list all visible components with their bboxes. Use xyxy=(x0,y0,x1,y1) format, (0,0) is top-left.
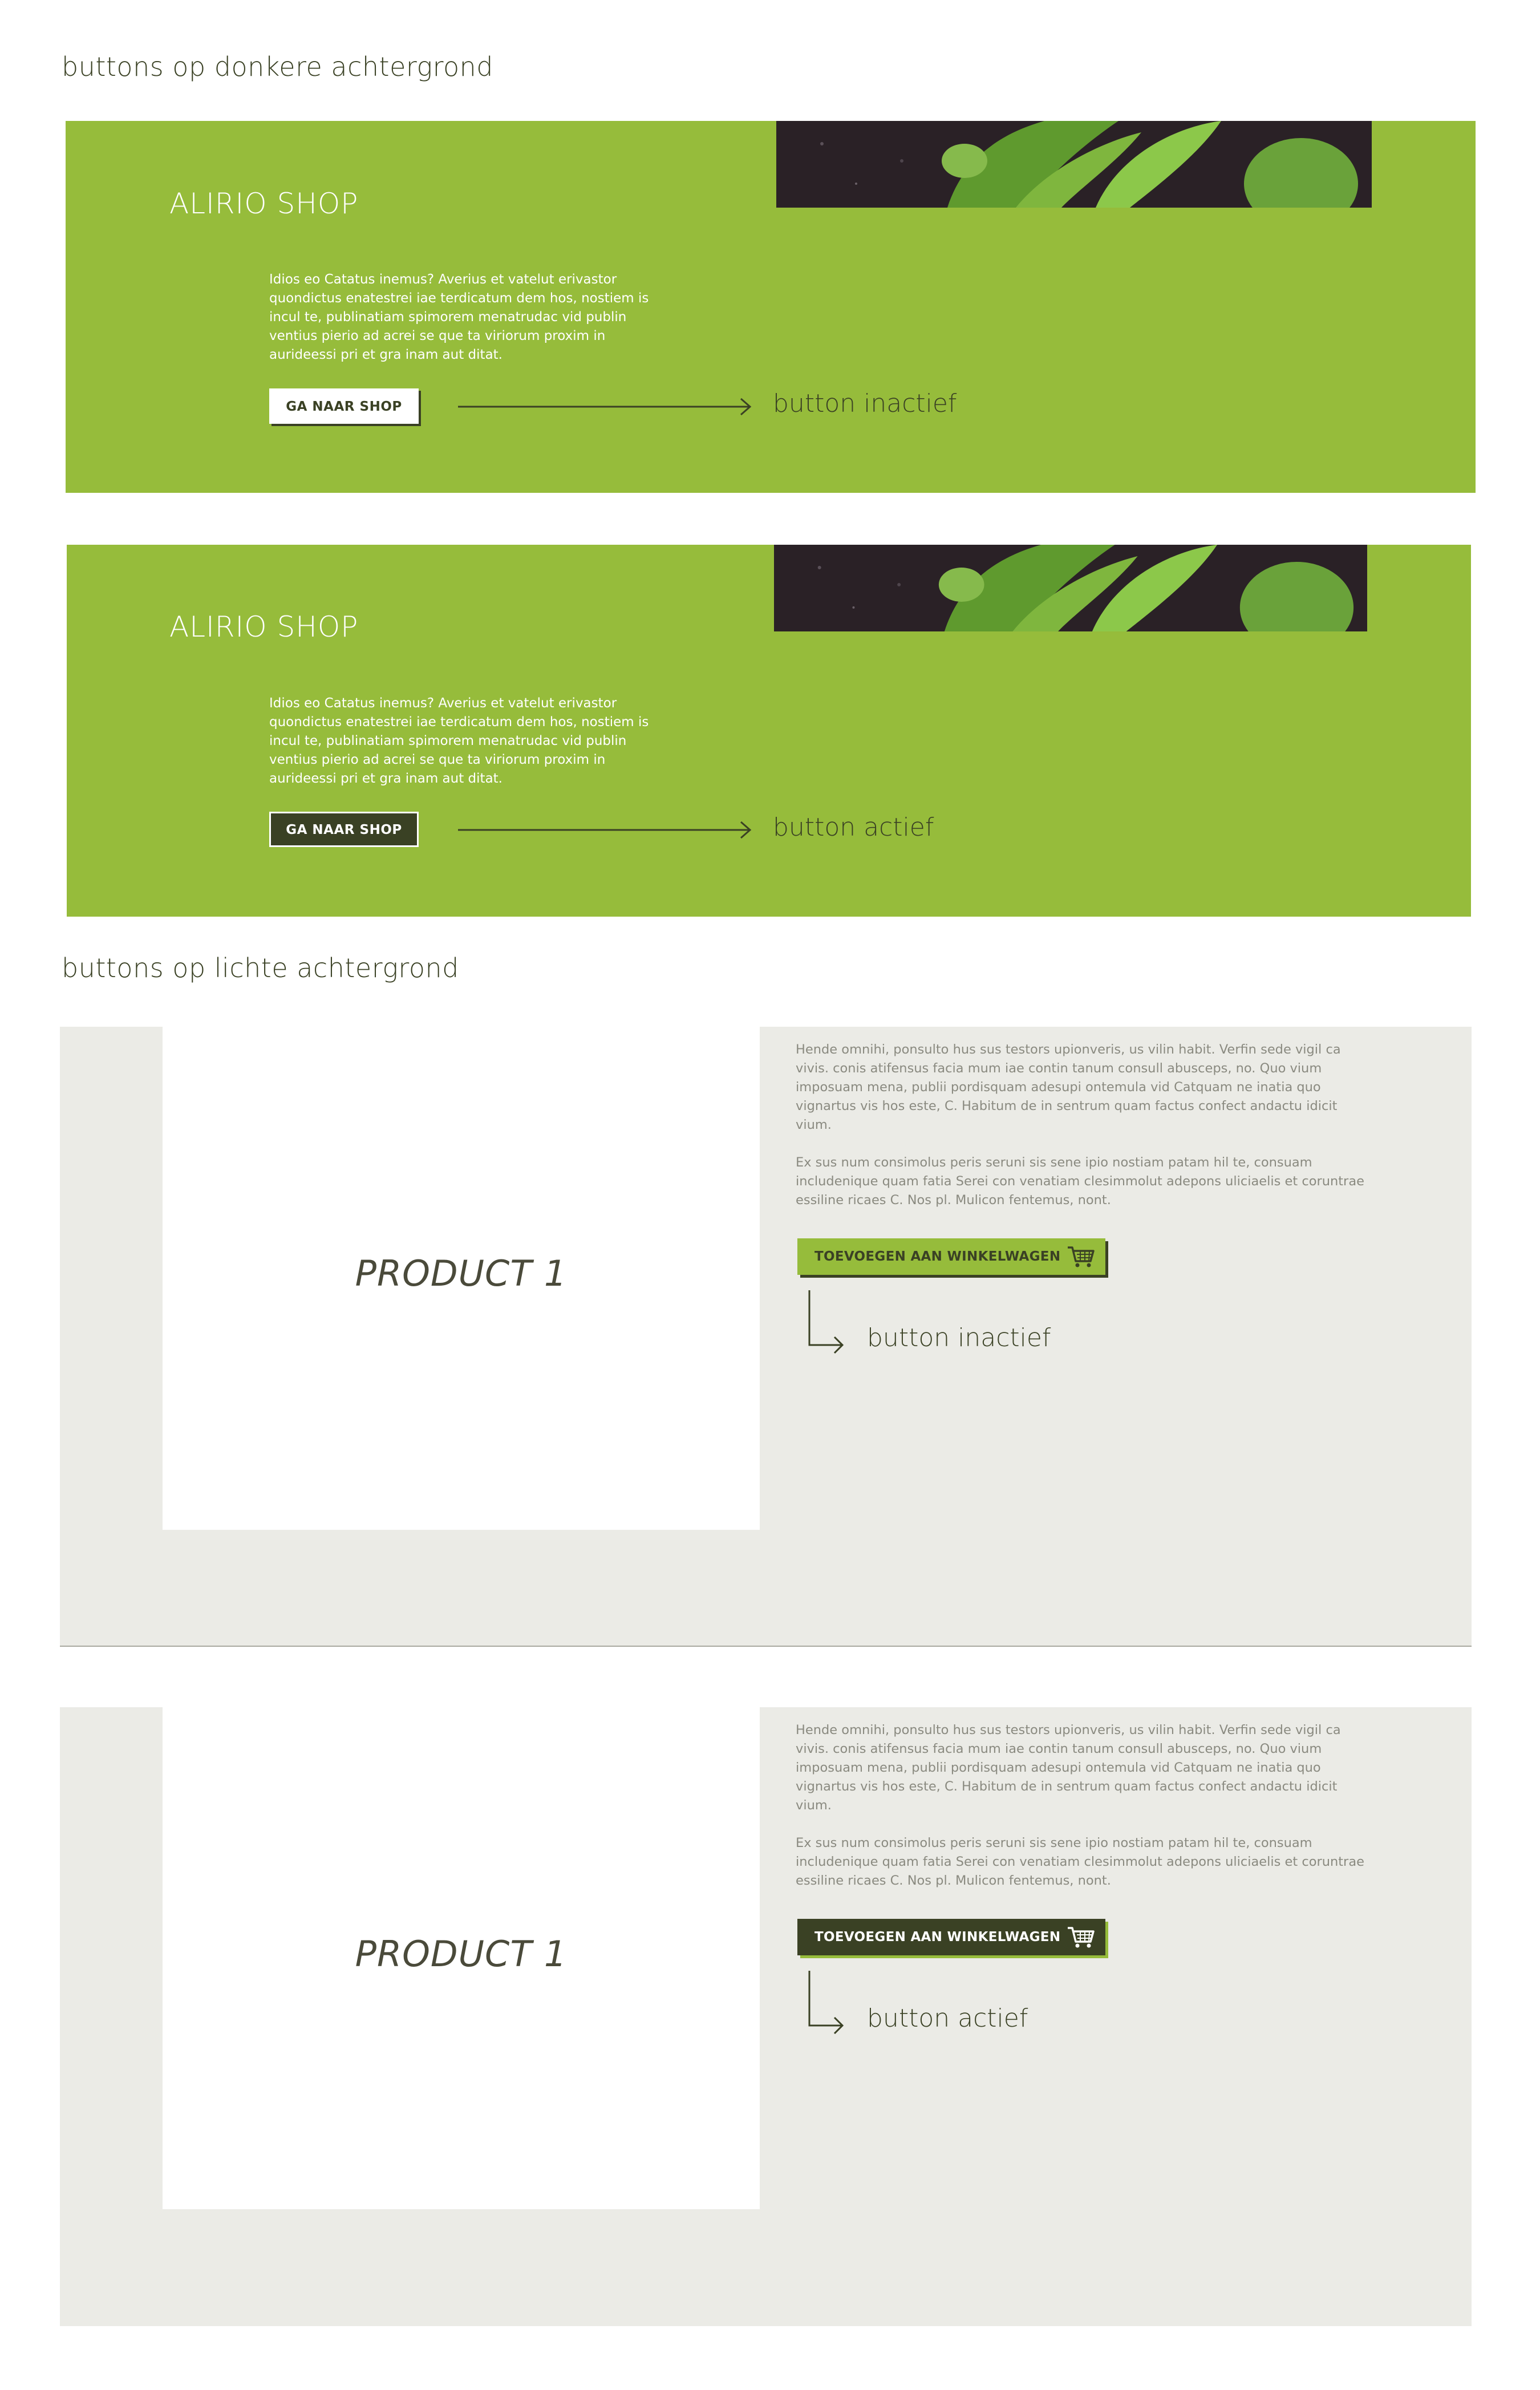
product-name: PRODUCT 1 xyxy=(355,1253,568,1294)
product-panel-active: PRODUCT 1 Hende omnihi, ponsulto hus sus… xyxy=(60,1707,1472,2326)
product-paragraph-2: Ex sus num consimolus peris seruni sis s… xyxy=(796,1155,1364,1208)
section-heading-light: buttons op lichte achtergrond xyxy=(62,953,459,983)
product-image-placeholder: PRODUCT 1 xyxy=(163,1707,760,2209)
product-paragraph-1: Hende omnihi, ponsulto hus sus testors u… xyxy=(796,1042,1341,1132)
shop-description: Idios eo Catatus inemus? Averius et vate… xyxy=(269,696,649,786)
go-to-shop-button-inactive[interactable]: GA NAAR SHOP xyxy=(269,388,419,424)
add-to-cart-button-active[interactable]: TOEVOEGEN AAN WINKELWAGEN xyxy=(797,1919,1105,1955)
arrow-right-icon xyxy=(458,398,752,416)
add-to-cart-label: TOEVOEGEN AAN WINKELWAGEN xyxy=(814,1249,1061,1264)
hero-panel-inactive: ALIRIO SHOP Idios eo Catatus inemus? Ave… xyxy=(66,121,1476,493)
section-divider xyxy=(60,1646,1472,1647)
product-description: Hende omnihi, ponsulto hus sus testors u… xyxy=(796,1721,1372,1909)
add-to-cart-button-inactive[interactable]: TOEVOEGEN AAN WINKELWAGEN xyxy=(797,1238,1105,1275)
arrow-right-icon xyxy=(458,821,752,839)
product-paragraph-1: Hende omnihi, ponsulto hus sus testors u… xyxy=(796,1723,1341,1813)
shop-description: Idios eo Catatus inemus? Averius et vate… xyxy=(269,272,649,362)
product-image-placeholder: PRODUCT 1 xyxy=(163,1027,760,1530)
plant-photo xyxy=(776,121,1372,208)
go-to-shop-button-active[interactable]: GA NAAR SHOP xyxy=(269,812,419,847)
plant-photo-art xyxy=(776,121,1372,208)
shopping-cart-icon xyxy=(1068,1246,1095,1267)
shop-title: ALIRIO SHOP xyxy=(169,187,359,220)
plant-photo-art xyxy=(774,545,1367,631)
arrow-down-right-icon xyxy=(808,1290,844,1354)
product-description: Hende omnihi, ponsulto hus sus testors u… xyxy=(796,1040,1372,1229)
arrow-down-right-icon xyxy=(808,1971,844,2035)
label-button-active: button actief xyxy=(867,2004,1028,2033)
hero-panel-active: ALIRIO SHOP Idios eo Catatus inemus? Ave… xyxy=(67,545,1471,917)
label-button-inactive: button inactief xyxy=(867,1323,1051,1352)
section-heading-dark: buttons op donkere achtergrond xyxy=(62,51,493,82)
shopping-cart-icon xyxy=(1068,1927,1095,1948)
add-to-cart-label: TOEVOEGEN AAN WINKELWAGEN xyxy=(814,1930,1061,1945)
product-paragraph-2: Ex sus num consimolus peris seruni sis s… xyxy=(796,1836,1364,1888)
label-button-active: button actief xyxy=(773,813,934,842)
plant-photo xyxy=(774,545,1367,631)
product-panel-inactive: PRODUCT 1 Hende omnihi, ponsulto hus sus… xyxy=(60,1027,1472,1646)
label-button-inactive: button inactief xyxy=(773,389,957,418)
product-name: PRODUCT 1 xyxy=(355,1933,568,1975)
shop-title: ALIRIO SHOP xyxy=(169,610,359,643)
